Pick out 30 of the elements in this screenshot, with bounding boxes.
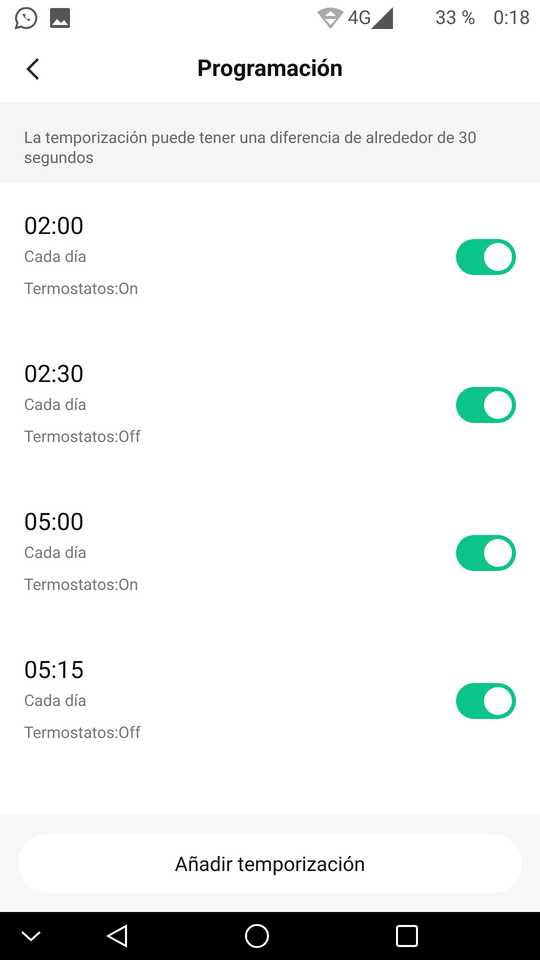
page-title: Programación — [197, 55, 343, 82]
schedule-time: 02:30 — [24, 359, 85, 390]
toggle-switch[interactable] — [456, 683, 516, 719]
schedule-time: 05:15 — [24, 655, 85, 686]
notice-text: La temporización puede tener una diferencia de alrededor de 30 segundos — [0, 102, 540, 183]
toggle-switch[interactable] — [456, 535, 516, 571]
battery-percentage: 33 % — [435, 6, 476, 29]
schedule-time: 05:00 — [24, 507, 85, 538]
back-nav-icon[interactable] — [106, 924, 128, 948]
image-icon — [50, 8, 70, 28]
action-label: Termostatos:On — [24, 575, 140, 595]
repeat-label: Cada día — [24, 691, 88, 711]
action-label: Termostatos:Off — [24, 427, 142, 447]
wifi-icon — [316, 6, 344, 28]
chevron-down-icon[interactable] — [20, 929, 42, 943]
repeat-label: Cada día — [24, 395, 88, 415]
chat-icon — [14, 6, 38, 30]
signal-icon — [371, 6, 394, 28]
action-label: Termostatos:On — [24, 279, 140, 299]
action-label: Termostatos:Off — [24, 723, 142, 743]
toggle-switch[interactable] — [456, 387, 516, 423]
repeat-label: Cada día — [24, 543, 88, 563]
recents-icon[interactable] — [396, 925, 418, 947]
repeat-label: Cada día — [24, 247, 88, 267]
toggle-switch[interactable] — [456, 239, 516, 275]
schedule-time: 02:00 — [24, 211, 85, 242]
add-schedule-button[interactable]: Añadir temporización — [18, 834, 522, 893]
network-label: 4G — [348, 6, 372, 29]
clock-time: 0:18 — [493, 6, 530, 29]
home-icon[interactable] — [244, 923, 270, 949]
